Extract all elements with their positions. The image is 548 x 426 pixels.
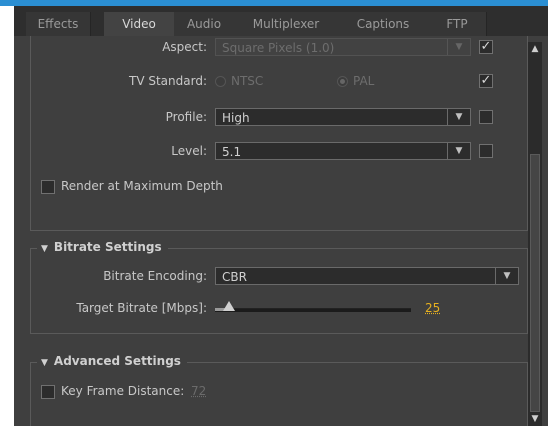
render-max-depth-checkbox[interactable] bbox=[41, 180, 55, 194]
scroll-down-arrow-icon[interactable]: ▼ bbox=[528, 412, 542, 426]
tab-ftp[interactable]: FTP bbox=[428, 12, 487, 36]
level-value: 5.1 bbox=[222, 145, 242, 159]
target-bitrate-slider-handle[interactable] bbox=[222, 301, 235, 311]
tv-standard-label: TV Standard: bbox=[129, 74, 207, 88]
ntsc-radio bbox=[215, 76, 226, 87]
video-settings-content: Aspect: Square Pixels (1.0) ▼ ✓ TV Stand… bbox=[30, 36, 528, 426]
left-edge bbox=[0, 6, 14, 426]
render-max-depth-label: Render at Maximum Depth bbox=[61, 179, 223, 193]
tab-video[interactable]: Video bbox=[104, 12, 175, 36]
profile-label: Profile: bbox=[165, 110, 207, 124]
scrollbar-thumb[interactable] bbox=[530, 154, 540, 412]
ntsc-label: NTSC bbox=[231, 74, 264, 88]
bitrate-settings-header[interactable]: ▼ Bitrate Settings bbox=[37, 240, 168, 254]
advanced-settings-header[interactable]: ▼ Advanced Settings bbox=[37, 354, 187, 368]
chevron-down-icon: ▼ bbox=[447, 39, 470, 55]
pal-label: PAL bbox=[353, 74, 375, 88]
key-frame-distance-label: Key Frame Distance: bbox=[61, 384, 185, 398]
vertical-scrollbar[interactable]: ▲ ▼ bbox=[528, 42, 542, 426]
tab-bar: Effects Video Audio Multiplexer Captions… bbox=[14, 6, 548, 36]
chevron-down-icon: ▼ bbox=[447, 109, 470, 125]
advanced-settings-title: Advanced Settings bbox=[53, 354, 181, 368]
level-override-checkbox[interactable] bbox=[479, 144, 493, 158]
collapse-triangle-icon: ▼ bbox=[41, 358, 48, 368]
tv-standard-override-checkbox[interactable]: ✓ bbox=[479, 74, 493, 88]
bitrate-encoding-dropdown[interactable]: CBR ▼ bbox=[215, 267, 519, 285]
bitrate-encoding-value: CBR bbox=[222, 270, 247, 284]
profile-value: High bbox=[222, 111, 250, 125]
profile-override-checkbox[interactable] bbox=[479, 110, 493, 124]
level-label: Level: bbox=[171, 144, 207, 158]
pal-radio bbox=[337, 76, 348, 87]
aspect-value: Square Pixels (1.0) bbox=[222, 41, 335, 55]
chevron-down-icon: ▼ bbox=[495, 268, 518, 284]
bitrate-encoding-label: Bitrate Encoding: bbox=[103, 269, 207, 283]
collapse-triangle-icon: ▼ bbox=[41, 244, 48, 254]
bitrate-settings-group: ▼ Bitrate Settings Bitrate Encoding: CBR … bbox=[30, 240, 528, 334]
target-bitrate-value[interactable]: 25 bbox=[425, 301, 440, 315]
tab-effects[interactable]: Effects bbox=[26, 12, 91, 36]
video-basic-settings-group: Aspect: Square Pixels (1.0) ▼ ✓ TV Stand… bbox=[30, 36, 528, 231]
scroll-up-arrow-icon[interactable]: ▲ bbox=[528, 42, 542, 56]
target-bitrate-label: Target Bitrate [Mbps]: bbox=[76, 301, 207, 315]
key-frame-distance-value: 72 bbox=[191, 384, 207, 398]
target-bitrate-slider[interactable] bbox=[215, 308, 411, 312]
tab-multiplexer[interactable]: Multiplexer bbox=[234, 12, 339, 36]
bitrate-settings-title: Bitrate Settings bbox=[53, 240, 162, 254]
profile-dropdown[interactable]: High ▼ bbox=[215, 108, 471, 126]
export-settings-panel: Effects Video Audio Multiplexer Captions… bbox=[14, 6, 548, 426]
level-dropdown[interactable]: 5.1 ▼ bbox=[215, 142, 471, 160]
aspect-label: Aspect: bbox=[162, 40, 207, 54]
tab-captions[interactable]: Captions bbox=[338, 12, 429, 36]
tab-audio[interactable]: Audio bbox=[174, 12, 235, 36]
advanced-settings-group: ▼ Advanced Settings Key Frame Distance: 7… bbox=[30, 354, 528, 426]
aspect-override-checkbox[interactable]: ✓ bbox=[479, 40, 493, 54]
chevron-down-icon: ▼ bbox=[447, 143, 470, 159]
aspect-dropdown: Square Pixels (1.0) ▼ bbox=[215, 38, 471, 56]
key-frame-distance-checkbox[interactable] bbox=[41, 385, 55, 399]
